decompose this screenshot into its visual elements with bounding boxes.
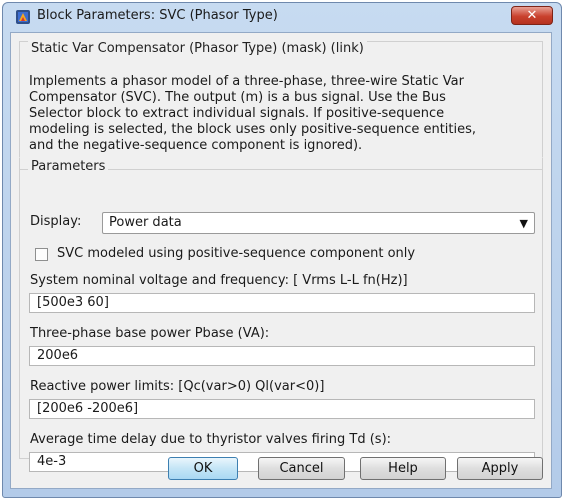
description-line: Implements a phasor model of a three-pha… [29,74,464,89]
window-title: Block Parameters: SVC (Phasor Type) [37,8,278,23]
reactive-power-label: Reactive power limits: [Qc(var>0) Ql(var… [30,379,325,394]
description-line: Compensator (SVC). The output (m) is a b… [29,90,446,105]
nominal-voltage-field[interactable]: [500e3 60] [29,293,535,313]
base-power-label: Three-phase base power Pbase (VA): [30,326,270,341]
ok-button[interactable]: OK [168,457,238,480]
help-button[interactable]: Help [360,457,446,480]
close-button[interactable]: ✕ [511,6,553,25]
reactive-power-field[interactable]: [200e6 -200e6] [29,399,535,419]
close-icon: ✕ [526,8,538,23]
base-power-field[interactable]: 200e6 [29,346,535,366]
parameters-group-title: Parameters [28,159,109,174]
positive-sequence-checkbox[interactable] [35,248,48,261]
dialog-body: Static Var Compensator (Phasor Type) (ma… [10,32,552,489]
time-delay-label: Average time delay due to thyristor valv… [30,432,392,447]
mask-group-title: Static Var Compensator (Phasor Type) (ma… [28,41,367,56]
dialog-window: Block Parameters: SVC (Phasor Type) ✕ St… [2,2,562,498]
description-line: and the negative-sequence component is i… [29,138,363,153]
simulink-block-icon [16,10,30,24]
mask-description: Implements a phasor model of a three-pha… [29,74,541,154]
description-line: Selector block to extract individual sig… [29,106,445,121]
cancel-button[interactable]: Cancel [258,457,345,480]
description-line: modeling is selected, the block uses onl… [29,122,477,137]
display-value: Power data [109,215,182,230]
apply-button[interactable]: Apply [457,457,543,480]
display-dropdown[interactable]: Power data ▼ [102,212,535,234]
display-label: Display: [30,214,82,229]
nominal-voltage-label: System nominal voltage and frequency: [ … [30,273,408,288]
positive-sequence-label: SVC modeled using positive-sequence comp… [57,246,416,261]
title-bar[interactable]: Block Parameters: SVC (Phasor Type) ✕ [3,3,561,31]
dropdown-arrow-icon: ▼ [519,217,528,230]
mask-description-group: Static Var Compensator (Phasor Type) (ma… [19,41,543,170]
